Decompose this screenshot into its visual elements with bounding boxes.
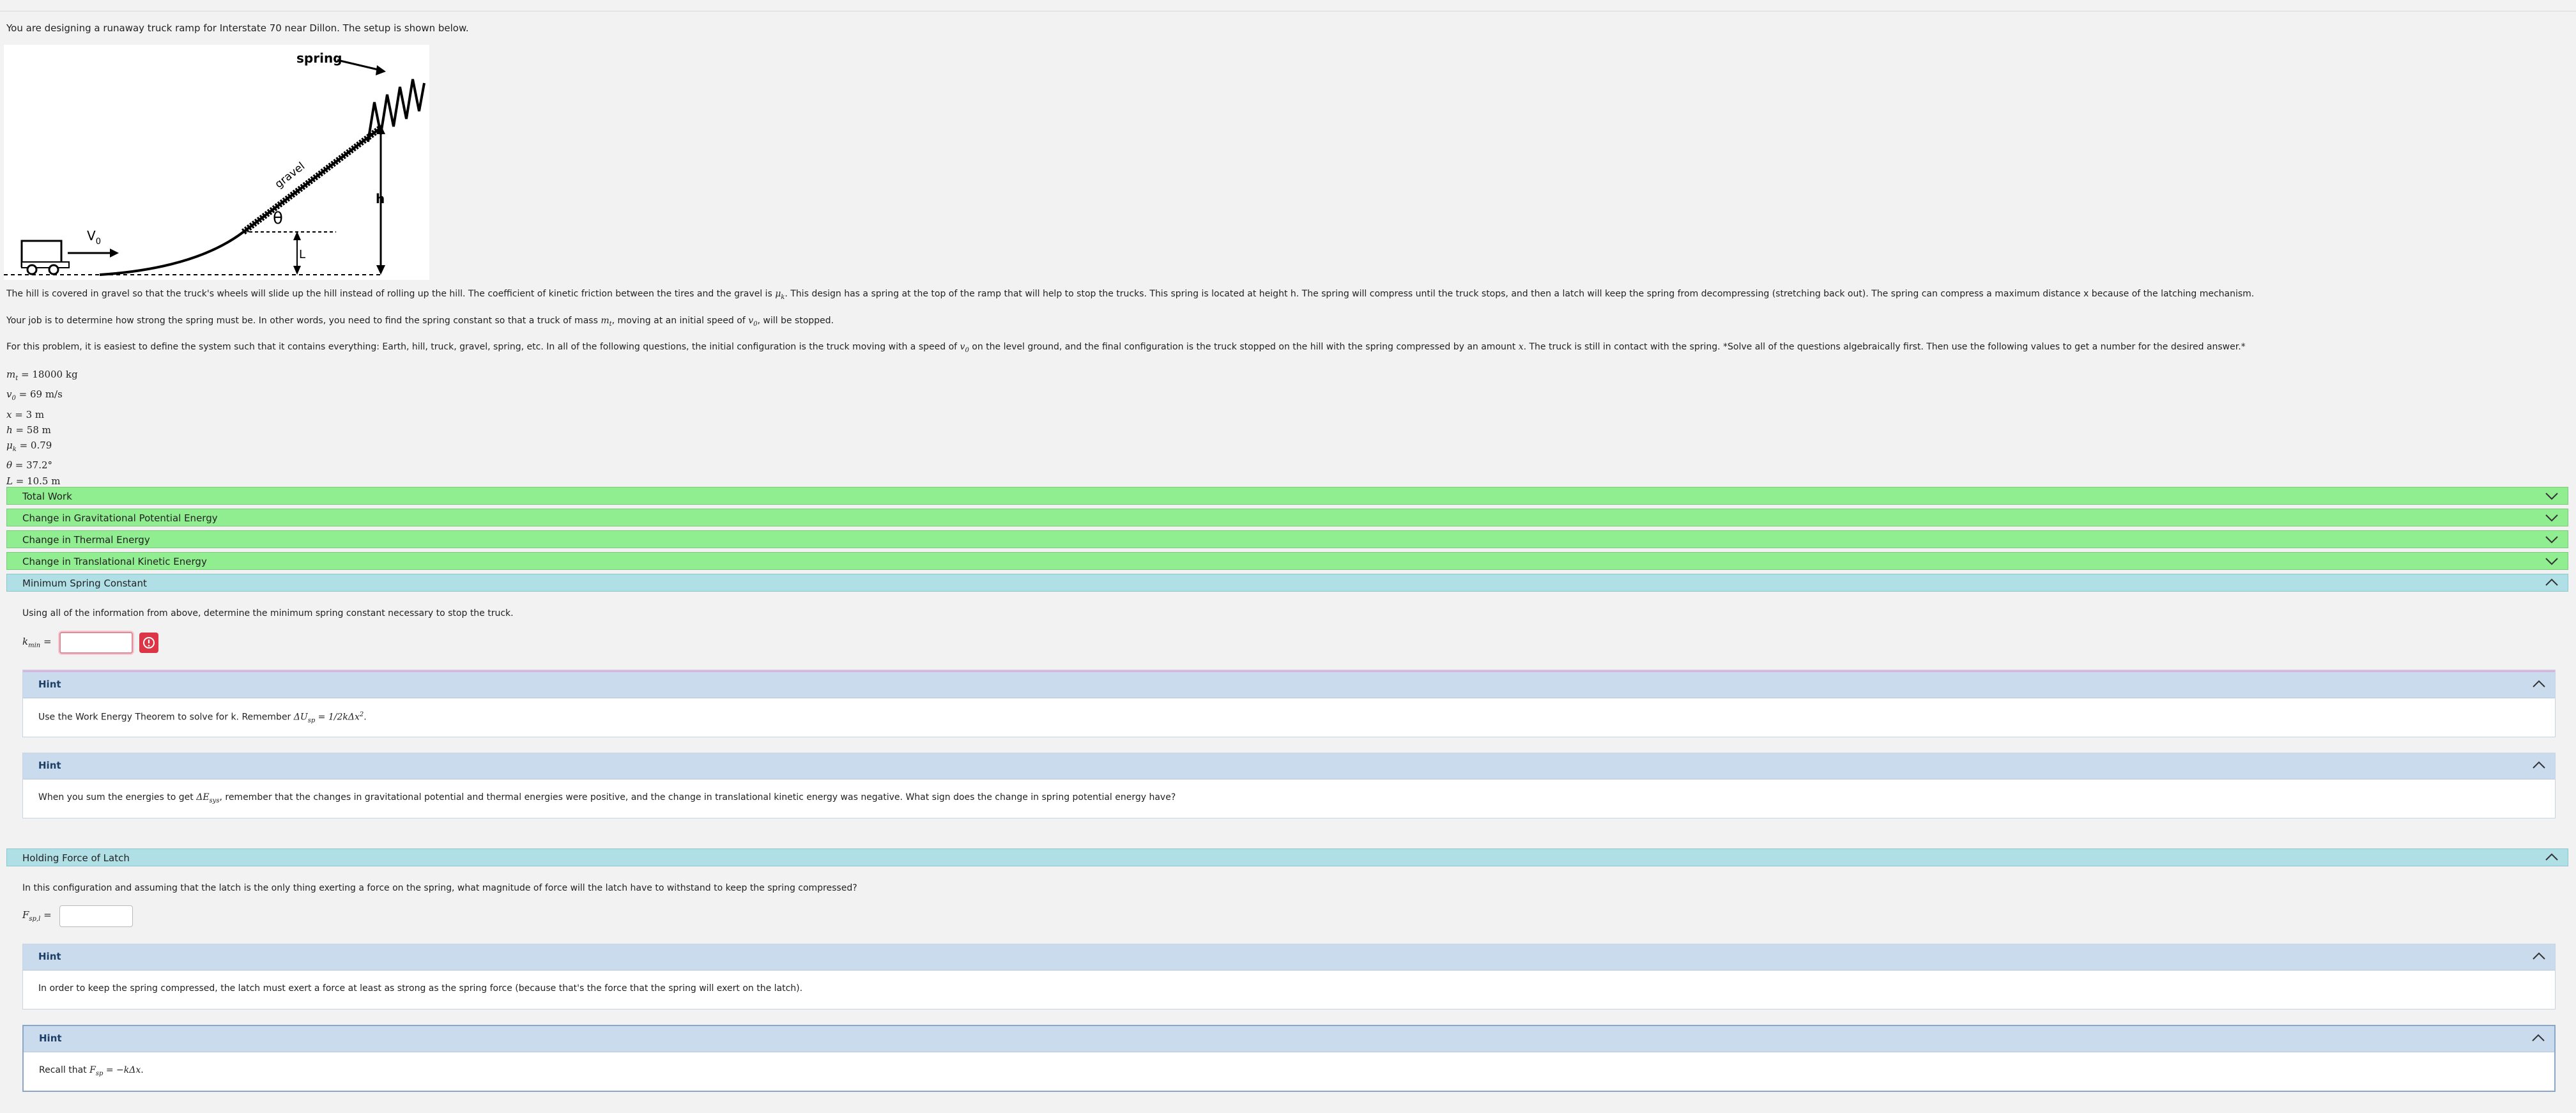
description-paragraph-2: Your job is to determine how strong the …: [6, 316, 834, 328]
theta-label: θ: [273, 209, 283, 228]
section-total-work[interactable]: Total Work: [6, 487, 2568, 505]
chevron-up-icon: [2545, 578, 2558, 586]
ramp-diagram: spring gravel θ L h V0: [4, 45, 429, 280]
hint-panel: Hint When you sum the energies to get ΔE…: [22, 753, 2556, 818]
chevron-up-icon: [2545, 853, 2558, 861]
given-value: x = 3 m: [6, 408, 45, 420]
section-translational-kinetic-energy[interactable]: Change in Translational Kinetic Energy: [6, 552, 2568, 570]
given-value: v0 = 69 m/s: [6, 388, 63, 403]
chevron-up-icon: [2533, 761, 2545, 769]
ramp-curve: [99, 127, 382, 276]
description-paragraph-3: For this problem, it is easiest to defin…: [6, 342, 2246, 354]
intro-text: You are designing a runaway truck ramp f…: [6, 22, 469, 34]
hint-title: Hint: [38, 951, 61, 962]
chevron-down-icon: [2545, 558, 2558, 565]
hint-text: When you sum the energies to get ΔEsys, …: [38, 792, 1176, 804]
L-arrow-up: [293, 231, 301, 240]
hint-header[interactable]: Hint: [23, 670, 2555, 698]
hint-title: Hint: [38, 760, 61, 771]
velocity-arrowhead: [110, 249, 119, 257]
section-minimum-spring-constant[interactable]: Minimum Spring Constant: [6, 574, 2568, 592]
hint-panel: Hint Use the Work Energy Theorem to solv…: [22, 670, 2556, 737]
latch-question: In this configuration and assuming that …: [22, 883, 857, 893]
hint-header[interactable]: Hint: [23, 944, 2555, 971]
section-label: Holding Force of Latch: [22, 852, 130, 864]
hint-text: Recall that Fsp = −kΔx.: [39, 1065, 144, 1077]
fspl-input-label: Fsp,l =: [22, 909, 52, 923]
chevron-down-icon: [2545, 514, 2558, 522]
section-gravitational-potential-energy[interactable]: Change in Gravitational Potential Energy: [6, 509, 2568, 526]
chevron-up-icon: [2533, 680, 2545, 687]
spring-label: spring: [296, 50, 342, 66]
chevron-up-icon: [2532, 1034, 2545, 1041]
fspl-input[interactable]: [59, 905, 133, 927]
section-holding-force-of-latch[interactable]: Holding Force of Latch: [6, 848, 2568, 866]
chevron-up-icon: [2533, 952, 2545, 960]
section-label: Change in Gravitational Potential Energy: [22, 512, 218, 524]
L-label: L: [299, 248, 305, 261]
hint-header[interactable]: Hint: [24, 1026, 2554, 1052]
min-spring-question: Using all of the information from above,…: [22, 608, 514, 618]
hint-text: Use the Work Energy Theorem to solve for…: [38, 711, 367, 725]
hint-body: Use the Work Energy Theorem to solve for…: [23, 698, 2555, 737]
given-value: mt = 18000 kg: [6, 369, 78, 382]
hint-title: Hint: [39, 1032, 62, 1044]
v0-label: V0: [87, 228, 101, 247]
hint-text: In order to keep the spring compressed, …: [38, 983, 803, 994]
alert-circle-icon: [143, 637, 155, 649]
truck-wheel-rear: [26, 264, 38, 275]
section-label: Change in Translational Kinetic Energy: [22, 556, 207, 567]
kmin-input[interactable]: [59, 632, 133, 654]
chevron-down-icon: [2545, 493, 2558, 500]
section-label: Total Work: [22, 491, 72, 502]
hint-panel: Hint In order to keep the spring compres…: [22, 944, 2556, 1009]
hint-body: When you sum the energies to get ΔEsys, …: [23, 779, 2555, 818]
h-label: h: [376, 191, 385, 206]
spring-arrowhead: [376, 65, 386, 75]
section-label: Change in Thermal Energy: [22, 534, 150, 546]
given-value: h = 58 m: [6, 424, 51, 436]
ramp-diagram-svg: spring gravel θ L h V0: [4, 50, 425, 276]
hint-body: Recall that Fsp = −kΔx.: [24, 1052, 2554, 1091]
top-divider: [0, 11, 2576, 12]
spring-arrow: [337, 59, 381, 72]
hint-title: Hint: [38, 679, 61, 690]
given-value: θ = 37.2°: [6, 459, 53, 472]
section-thermal-energy[interactable]: Change in Thermal Energy: [6, 530, 2568, 548]
L-arrow-down: [293, 266, 301, 275]
hint-header[interactable]: Hint: [23, 753, 2555, 779]
hint-body: In order to keep the spring compressed, …: [23, 971, 2555, 1009]
chevron-down-icon: [2545, 536, 2558, 544]
kmin-input-label: kmin =: [22, 636, 52, 649]
truck-wheel-front: [48, 264, 59, 275]
given-value: μk = 0.79: [6, 440, 52, 454]
error-indicator-button[interactable]: [139, 633, 158, 653]
section-label: Minimum Spring Constant: [22, 578, 147, 589]
given-values-list: mt = 18000 kg v0 = 69 m/s x = 3 m h = 58…: [6, 367, 78, 489]
description-paragraph-1: The hill is covered in gravel so that th…: [6, 289, 2255, 301]
h-arrow-down: [376, 265, 385, 275]
hint-panel: Hint Recall that Fsp = −kΔx.: [22, 1025, 2556, 1092]
